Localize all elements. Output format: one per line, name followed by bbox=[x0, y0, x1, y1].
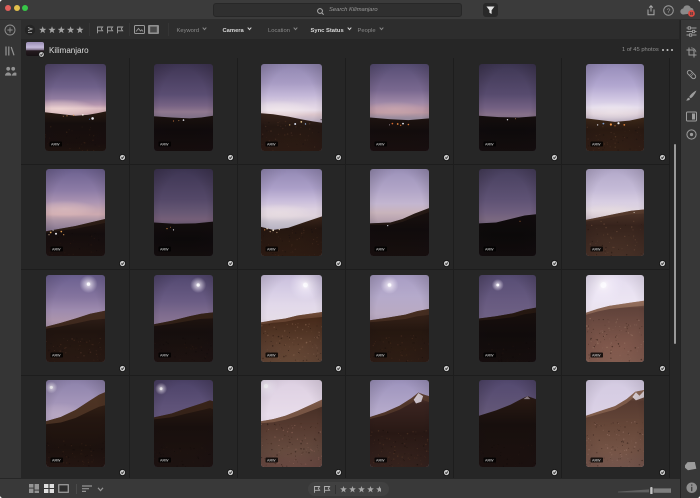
svg-text:ARW: ARW bbox=[52, 458, 61, 462]
svg-text:ARW: ARW bbox=[160, 142, 169, 146]
svg-text:ARW: ARW bbox=[51, 142, 60, 146]
svg-text:ARW: ARW bbox=[592, 353, 601, 357]
svg-text:ARW: ARW bbox=[160, 458, 169, 462]
svg-text:ARW: ARW bbox=[592, 458, 601, 462]
svg-text:ARW: ARW bbox=[52, 247, 61, 251]
svg-text:ARW: ARW bbox=[160, 247, 169, 251]
svg-text:ARW: ARW bbox=[52, 353, 61, 357]
svg-text:ARW: ARW bbox=[267, 353, 276, 357]
svg-text:ARW: ARW bbox=[485, 247, 494, 251]
svg-text:ARW: ARW bbox=[267, 142, 276, 146]
svg-text:ARW: ARW bbox=[485, 142, 494, 146]
svg-text:ARW: ARW bbox=[267, 458, 276, 462]
svg-text:ARW: ARW bbox=[267, 247, 276, 251]
svg-text:ARW: ARW bbox=[485, 458, 494, 462]
svg-text:?: ? bbox=[667, 8, 671, 15]
svg-text:ARW: ARW bbox=[485, 353, 494, 357]
svg-text:ARW: ARW bbox=[376, 247, 385, 251]
svg-text:ARW: ARW bbox=[160, 353, 169, 357]
svg-text:ARW: ARW bbox=[376, 458, 385, 462]
svg-text:ARW: ARW bbox=[376, 353, 385, 357]
svg-text:ARW: ARW bbox=[592, 142, 601, 146]
svg-text:ARW: ARW bbox=[592, 247, 601, 251]
svg-text:ARW: ARW bbox=[376, 142, 385, 146]
